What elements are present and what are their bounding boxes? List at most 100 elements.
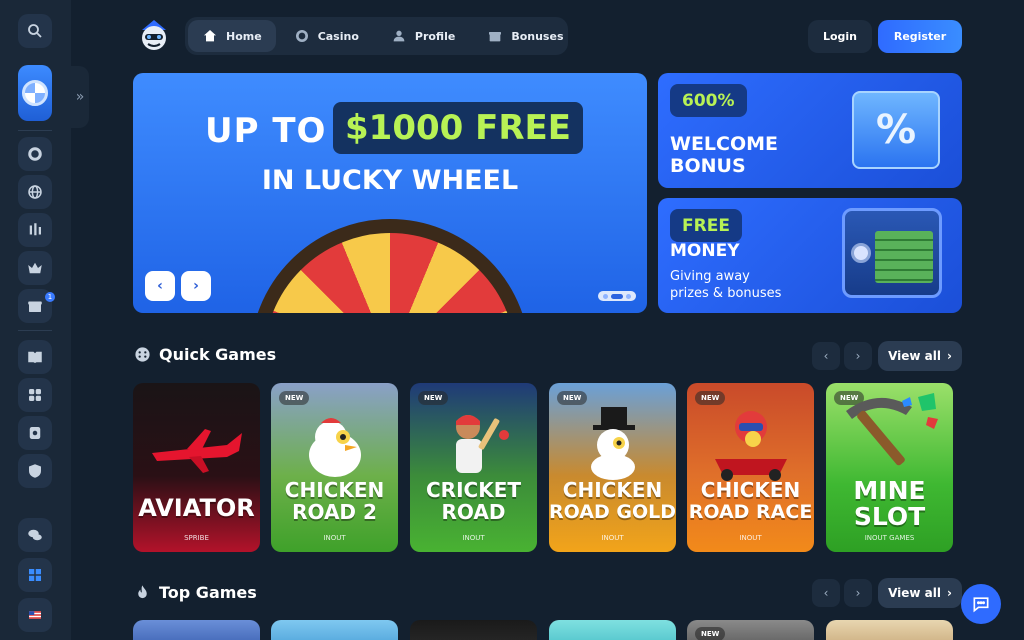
chip-icon bbox=[28, 147, 42, 161]
nav-tab-profile[interactable]: Profile bbox=[377, 20, 469, 52]
wheel-icon bbox=[22, 80, 48, 106]
lucky-wheel-button[interactable] bbox=[18, 65, 52, 121]
dice-icon bbox=[135, 347, 150, 362]
game-card-chicken-road-2[interactable]: NEW CHICKEN ROAD 2 INOUT bbox=[271, 383, 398, 552]
gift-icon bbox=[489, 32, 502, 42]
game-title: MINE bbox=[853, 476, 926, 505]
game-card-mine-slot[interactable]: NEW MINE SLOT INOUT GAMES bbox=[826, 383, 953, 552]
nav-tab-bonuses[interactable]: Bonuses bbox=[473, 20, 577, 52]
sidebar-item-bonuses[interactable]: 1 bbox=[18, 289, 55, 323]
sidebar-item-rules[interactable] bbox=[18, 340, 52, 374]
race-car-chicken-image bbox=[715, 411, 787, 481]
notification-badge: 1 bbox=[45, 292, 55, 302]
top-game-card[interactable] bbox=[549, 620, 676, 640]
sidebar-item-support[interactable] bbox=[18, 518, 52, 552]
safe-dial bbox=[851, 243, 871, 263]
quick-games-prev-button[interactable]: ‹ bbox=[812, 342, 840, 370]
new-badge: NEW bbox=[695, 627, 726, 640]
logo[interactable] bbox=[136, 18, 172, 54]
chicken-image bbox=[309, 418, 361, 477]
sidebar-divider bbox=[18, 130, 52, 131]
main-nav: Home Casino Profile Bonuses bbox=[185, 17, 568, 55]
top-games-prev-button[interactable]: ‹ bbox=[812, 579, 840, 607]
carousel-dot-active[interactable] bbox=[611, 293, 623, 299]
sidebar-item-sports[interactable] bbox=[18, 213, 52, 247]
promo-tag: FREE bbox=[670, 209, 742, 242]
nav-tab-casino[interactable]: Casino bbox=[280, 20, 373, 52]
game-card-aviator[interactable]: AVIATOR SPRIBE bbox=[133, 383, 260, 552]
login-button[interactable]: Login bbox=[808, 20, 872, 53]
new-badge: NEW bbox=[418, 391, 449, 405]
game-card-cricket-road[interactable]: NEW CRICKET ROAD INOUT bbox=[410, 383, 537, 552]
promo-card-welcome-bonus[interactable]: 600% WELCOME BONUS % bbox=[658, 73, 962, 188]
sidebar-item-windows-app[interactable] bbox=[18, 558, 52, 592]
view-all-label: View all bbox=[888, 349, 941, 363]
hero-banner[interactable]: UP TO $1000 FREE IN LUCKY WHEEL ‹ › bbox=[133, 73, 647, 313]
section-title-quick-games: Quick Games bbox=[134, 345, 276, 364]
carousel-dot[interactable] bbox=[603, 293, 608, 299]
promo-subtitle: Giving away bbox=[670, 269, 750, 284]
game-title: AVIATOR bbox=[138, 494, 255, 522]
game-provider: INOUT bbox=[739, 534, 762, 542]
game-title: CHICKEN bbox=[700, 478, 801, 502]
carousel-dot[interactable] bbox=[626, 293, 631, 299]
game-title: ROAD 2 bbox=[292, 500, 377, 524]
hero-headline-prefix: UP TO bbox=[205, 111, 327, 151]
chart-bars-icon bbox=[29, 223, 41, 236]
sidebar-item-games[interactable] bbox=[18, 378, 52, 412]
top-games-next-button[interactable]: › bbox=[844, 579, 872, 607]
live-chat-button[interactable] bbox=[961, 584, 1001, 624]
hero-subheadline: IN LUCKY WHEEL bbox=[261, 165, 519, 196]
game-provider: INOUT bbox=[323, 534, 346, 542]
hero-next-button[interactable]: › bbox=[181, 271, 211, 301]
windows-icon bbox=[29, 569, 41, 581]
sidebar-item-security[interactable] bbox=[18, 454, 52, 488]
hero-headline-highlight: $1000 FREE bbox=[345, 108, 571, 148]
game-provider: INOUT GAMES bbox=[864, 534, 915, 542]
quick-games-view-all-button[interactable]: View all › bbox=[878, 341, 962, 371]
game-title: SLOT bbox=[853, 502, 926, 531]
chevron-right-icon: › bbox=[946, 349, 952, 363]
new-badge: NEW bbox=[557, 391, 588, 405]
sidebar-item-casino[interactable] bbox=[18, 137, 52, 171]
search-button[interactable] bbox=[18, 14, 52, 48]
sidebar-item-language-flag[interactable] bbox=[18, 598, 52, 632]
nav-tab-label: Home bbox=[226, 29, 262, 43]
us-flag-icon bbox=[29, 611, 41, 619]
carousel-dots[interactable] bbox=[598, 291, 636, 301]
promo-tag: 600% bbox=[670, 84, 747, 117]
section-title-text: Quick Games bbox=[159, 345, 277, 364]
top-game-card[interactable] bbox=[826, 620, 953, 640]
sidebar-item-lottery[interactable] bbox=[18, 416, 52, 450]
top-game-card[interactable] bbox=[133, 620, 260, 640]
sidebar-expand-button[interactable]: » bbox=[71, 66, 89, 128]
search-icon bbox=[28, 24, 42, 38]
plane-image bbox=[152, 429, 242, 473]
sidebar-item-vip[interactable] bbox=[18, 251, 52, 285]
sidebar: 1 bbox=[0, 0, 71, 640]
gamepad-icon bbox=[29, 389, 41, 401]
sidebar-item-language[interactable] bbox=[18, 175, 52, 209]
top-game-card[interactable] bbox=[410, 620, 537, 640]
nav-tab-home[interactable]: Home bbox=[188, 20, 276, 52]
top-games-view-all-button[interactable]: View all › bbox=[878, 578, 962, 608]
top-game-card[interactable]: NEW bbox=[687, 620, 814, 640]
hero-prev-button[interactable]: ‹ bbox=[145, 271, 175, 301]
cricketer-image bbox=[456, 415, 509, 473]
shield-icon bbox=[29, 464, 41, 478]
quick-games-next-button[interactable]: › bbox=[844, 342, 872, 370]
hero-highlight-pill: $1000 FREE bbox=[333, 102, 583, 154]
section-title-text: Top Games bbox=[159, 583, 257, 602]
register-button[interactable]: Register bbox=[878, 20, 962, 53]
game-card-chicken-road-gold[interactable]: NEW CHICKEN ROAD GOLD INOUT bbox=[549, 383, 676, 552]
game-title: ROAD RACE bbox=[688, 501, 813, 523]
top-game-card[interactable] bbox=[271, 620, 398, 640]
game-title: ROAD GOLD bbox=[549, 501, 676, 523]
game-title: ROAD bbox=[441, 500, 506, 524]
chip-icon bbox=[295, 30, 308, 42]
section-title-top-games: Top Games bbox=[134, 583, 257, 602]
promo-card-free-money[interactable]: FREE MONEY Giving away prizes & bonuses bbox=[658, 198, 962, 313]
globe-icon bbox=[28, 185, 42, 199]
game-card-chicken-road-race[interactable]: NEW CHICKEN ROAD RACE INOUT bbox=[687, 383, 814, 552]
game-title: CHICKEN bbox=[284, 478, 385, 502]
